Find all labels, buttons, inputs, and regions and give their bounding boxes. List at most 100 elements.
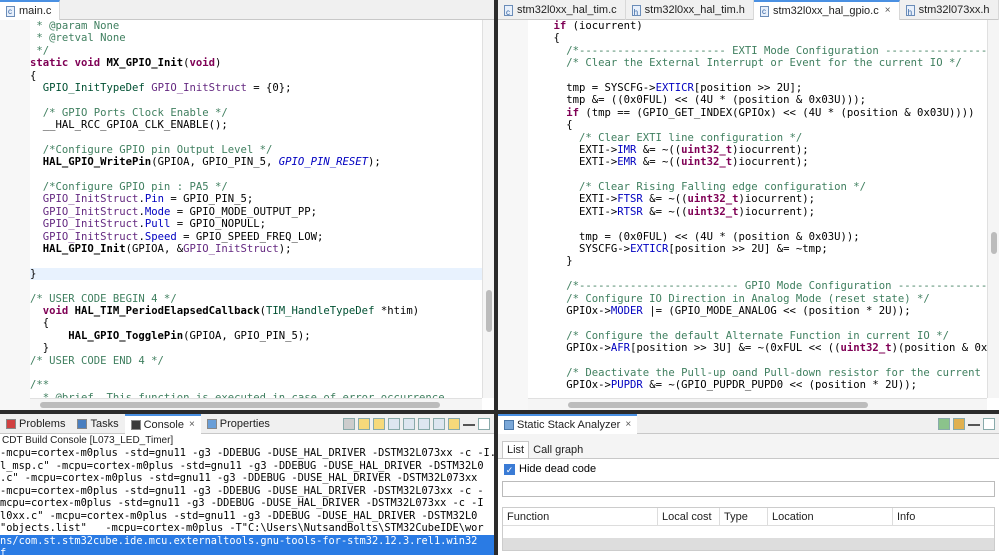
code-line[interactable]: 318 tmp = (0x0FUL) << (4U * (position & … bbox=[528, 231, 987, 243]
code-line[interactable]: 330 GPIOx->PUPDR &= ~(GPIO_PUPDR_PUPD0 <… bbox=[528, 379, 987, 391]
code-line[interactable]: 209 GPIO_InitStruct.Speed = GPIO_SPEED_F… bbox=[30, 231, 482, 243]
code-line[interactable]: 310 /* Clear EXTI line configuration */ bbox=[528, 132, 987, 144]
word-wrap-icon[interactable] bbox=[373, 417, 385, 430]
column-location[interactable]: Location bbox=[768, 508, 893, 526]
code-line[interactable]: 198 bbox=[30, 94, 482, 106]
code-line[interactable]: 193 * @retval None bbox=[30, 32, 482, 44]
code-line[interactable]: 306 tmp = SYSCFG->EXTICR[position >> 2U]… bbox=[528, 82, 987, 94]
table-horizontal-scrollbar[interactable] bbox=[503, 538, 994, 550]
subtab-call-graph[interactable]: Call graph bbox=[529, 442, 587, 458]
code-line[interactable]: 329 /* Deactivate the Pull-up oand Pull-… bbox=[528, 367, 987, 379]
right-code-editor[interactable]: 301 if (iocurrent)302 {303 /*-----------… bbox=[498, 20, 999, 410]
code-line[interactable]: 303 /*----------------------- EXTI Mode … bbox=[528, 45, 987, 57]
refresh-icon[interactable] bbox=[953, 417, 965, 430]
code-line[interactable]: 207 GPIO_InitStruct.Mode = GPIO_MODE_OUT… bbox=[30, 206, 482, 218]
code-line[interactable]: 216 { bbox=[30, 317, 482, 329]
minimize-icon[interactable] bbox=[463, 418, 475, 426]
code-line[interactable]: 196{ bbox=[30, 70, 482, 82]
right-vertical-scrollbar[interactable] bbox=[987, 20, 999, 398]
left-code-area[interactable]: 192 * @param None193 * @retval None194 *… bbox=[30, 20, 482, 398]
filter-input[interactable] bbox=[502, 481, 995, 497]
subtab-list[interactable]: List bbox=[502, 441, 530, 458]
left-horizontal-scrollbar[interactable] bbox=[30, 398, 482, 410]
code-line[interactable]: 206 GPIO_InitStruct.Pin = GPIO_PIN_5; bbox=[30, 193, 482, 205]
code-line[interactable]: 320 } bbox=[528, 255, 987, 267]
console-output[interactable]: -mcpu=cortex-m0plus -std=gnu11 -g3 -DDEB… bbox=[0, 447, 494, 555]
tab-stm32l0xx-hal-tim-h[interactable]: stm32l0xx_hal_tim.h bbox=[626, 0, 754, 23]
tab-stm32l0xx-hal-tim-c[interactable]: stm32l0xx_hal_tim.c bbox=[498, 0, 626, 23]
code-line[interactable]: 322 /*------------------------- GPIO Mod… bbox=[528, 280, 987, 292]
code-line[interactable]: 328 bbox=[528, 355, 987, 367]
code-line[interactable]: 221/** bbox=[30, 379, 482, 391]
code-line[interactable]: 326 /* Configure the default Alternate F… bbox=[528, 330, 987, 342]
code-line[interactable]: 210 HAL_GPIO_Init(GPIOA, &GPIO_InitStruc… bbox=[30, 243, 482, 255]
code-line[interactable]: 307 tmp &= ((0x0FUL) << (4U * (position … bbox=[528, 94, 987, 106]
pin-console-icon[interactable] bbox=[388, 417, 400, 430]
code-line[interactable]: 215 void HAL_TIM_PeriodElapsedCallback(T… bbox=[30, 305, 482, 317]
tab-stm32l0xx-hal-gpio-c[interactable]: stm32l0xx_hal_gpio.c × bbox=[753, 0, 900, 20]
right-code-area[interactable]: 301 if (iocurrent)302 {303 /*-----------… bbox=[528, 20, 988, 398]
tab-properties[interactable]: Properties bbox=[201, 414, 276, 434]
code-line[interactable]: 197 GPIO_InitTypeDef GPIO_InitStruct = {… bbox=[30, 82, 482, 94]
code-line[interactable]: 325 bbox=[528, 317, 987, 329]
column-function[interactable]: Function bbox=[503, 508, 658, 526]
close-icon[interactable]: × bbox=[189, 415, 195, 435]
code-line[interactable]: 201 bbox=[30, 132, 482, 144]
scroll-lock-icon[interactable] bbox=[358, 417, 370, 430]
code-line[interactable]: 195static void MX_GPIO_Init(void) bbox=[30, 57, 482, 69]
code-line[interactable]: 316 EXTI->RTSR &= ~((uint32_t)iocurrent)… bbox=[528, 206, 987, 218]
code-line[interactable]: 217 HAL_GPIO_TogglePin(GPIOA, GPIO_PIN_5… bbox=[30, 330, 482, 342]
code-line[interactable]: 313 bbox=[528, 169, 987, 181]
code-line[interactable]: 205 /*Configure GPIO pin : PA5 */ bbox=[30, 181, 482, 193]
tab-main-c[interactable]: main.c bbox=[0, 0, 61, 20]
code-line[interactable]: 213 bbox=[30, 280, 482, 292]
code-line[interactable]: 308 if (tmp == (GPIO_GET_INDEX(GPIOx) <<… bbox=[528, 107, 987, 119]
code-line[interactable]: 202 /*Configure GPIO pin Output Level */ bbox=[30, 144, 482, 156]
tab-tasks[interactable]: Tasks bbox=[71, 414, 124, 434]
code-line[interactable]: 312 EXTI->EMR &= ~((uint32_t)iocurrent); bbox=[528, 156, 987, 168]
code-line[interactable]: 309 { bbox=[528, 119, 987, 131]
tab-problems[interactable]: Problems bbox=[0, 414, 71, 434]
code-line[interactable]: 301 if (iocurrent) bbox=[528, 20, 987, 32]
code-line[interactable]: 203 HAL_GPIO_WritePin(GPIOA, GPIO_PIN_5,… bbox=[30, 156, 482, 168]
code-line[interactable]: 212} bbox=[30, 267, 482, 281]
code-line[interactable]: 218 } bbox=[30, 342, 482, 354]
export-icon[interactable] bbox=[938, 417, 950, 430]
code-line[interactable]: 315 EXTI->FTSR &= ~((uint32_t)iocurrent)… bbox=[528, 193, 987, 205]
left-code-editor[interactable]: 192 * @param None193 * @retval None194 *… bbox=[0, 20, 494, 410]
tab-stm32l073xx-h[interactable]: stm32l073xx.h bbox=[900, 0, 999, 23]
code-line[interactable]: 314 /* Clear Rising Falling edge configu… bbox=[528, 181, 987, 193]
close-icon[interactable]: × bbox=[625, 415, 631, 435]
hide-dead-code-option[interactable]: ✓ Hide dead code bbox=[498, 459, 999, 479]
code-line[interactable]: 214/* USER CODE BEGIN 4 */ bbox=[30, 293, 482, 305]
code-line[interactable]: 208 GPIO_InitStruct.Pull = GPIO_NOPULL; bbox=[30, 218, 482, 230]
tab-console[interactable]: Console × bbox=[124, 414, 201, 435]
display-console-icon[interactable] bbox=[433, 417, 445, 430]
maximize-icon[interactable] bbox=[983, 417, 995, 430]
code-line[interactable]: 199 /* GPIO Ports Clock Enable */ bbox=[30, 107, 482, 119]
code-line[interactable]: 319 SYSCFG->EXTICR[position >> 2U] &= ~t… bbox=[528, 243, 987, 255]
tab-static-stack-analyzer[interactable]: Static Stack Analyzer × bbox=[498, 414, 638, 435]
minimize-icon[interactable] bbox=[968, 418, 980, 426]
code-line[interactable]: 311 EXTI->IMR &= ~((uint32_t)iocurrent); bbox=[528, 144, 987, 156]
open-console-icon[interactable] bbox=[448, 417, 460, 430]
clear-console-icon[interactable] bbox=[418, 417, 430, 430]
code-line[interactable]: 327 GPIOx->AFR[position >> 3U] &= ~(0xFU… bbox=[528, 342, 987, 354]
code-line[interactable]: 302 { bbox=[528, 32, 987, 44]
code-line[interactable]: 200 __HAL_RCC_GPIOA_CLK_ENABLE(); bbox=[30, 119, 482, 131]
code-line[interactable]: 194 */ bbox=[30, 45, 482, 57]
terminate-icon[interactable] bbox=[343, 417, 355, 430]
hide-dead-code-checkbox[interactable]: ✓ bbox=[504, 463, 515, 475]
code-line[interactable]: 305 bbox=[528, 70, 987, 82]
code-line[interactable]: 324 GPIOx->MODER |= (GPIO_MODE_ANALOG <<… bbox=[528, 305, 987, 317]
right-horizontal-scrollbar[interactable] bbox=[528, 398, 987, 410]
code-line[interactable]: 220 bbox=[30, 367, 482, 379]
code-line[interactable]: 321 bbox=[528, 268, 987, 280]
column-info[interactable]: Info bbox=[893, 508, 994, 526]
code-line[interactable]: 192 * @param None bbox=[30, 20, 482, 32]
console-line-selected[interactable]: f bbox=[0, 547, 494, 555]
code-line[interactable]: 317 bbox=[528, 218, 987, 230]
code-line[interactable]: 304 /* Clear the External Interrupt or E… bbox=[528, 57, 987, 69]
column-local-cost[interactable]: Local cost bbox=[658, 508, 720, 526]
code-line[interactable]: 211 bbox=[30, 255, 482, 267]
